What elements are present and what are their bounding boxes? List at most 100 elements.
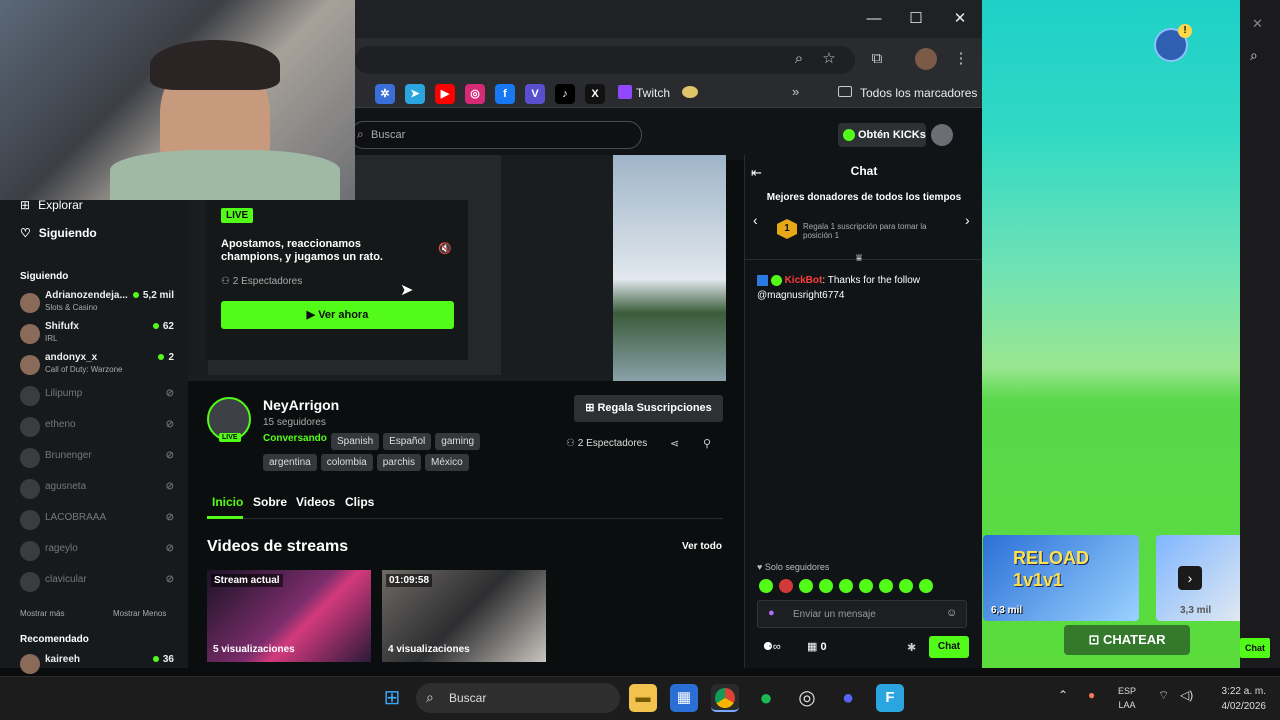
user-avatar[interactable] — [931, 124, 953, 146]
chat-username[interactable]: KickBot — [785, 275, 823, 286]
emote-icon[interactable] — [899, 579, 913, 593]
taskbar-search[interactable]: ⌕ Buscar — [416, 683, 620, 713]
tag[interactable]: Español — [383, 433, 432, 450]
vimeo-icon[interactable]: V — [525, 84, 545, 104]
close-icon[interactable]: ✕ — [1252, 16, 1263, 32]
file-explorer-icon[interactable]: ▬ — [629, 684, 657, 712]
chevron-up-icon[interactable]: ⌃ — [1058, 688, 1068, 702]
x-icon[interactable]: X — [585, 84, 605, 104]
tag[interactable]: Spanish — [331, 433, 380, 450]
side-chat-button[interactable]: Chat — [1240, 638, 1270, 658]
discord-icon[interactable]: ● — [834, 684, 862, 712]
tag[interactable]: gaming — [435, 433, 481, 450]
emoji-icon[interactable]: ☺ — [946, 607, 957, 619]
sidebar-item-lacobraaa[interactable]: LACOBRAAA ⊘ — [20, 507, 180, 537]
pin-icon[interactable]: ⩸ — [856, 253, 862, 264]
emote-icon[interactable] — [859, 579, 873, 593]
chrome-icon[interactable] — [711, 684, 739, 712]
settings-icon[interactable]: ✲ — [375, 84, 395, 104]
volume-icon[interactable]: ◁) — [1180, 688, 1193, 702]
tab-videos[interactable]: Videos — [296, 495, 335, 509]
sidebar-item-andonyx-x[interactable]: andonyx_x Call of Duty: Warzone 2 — [20, 352, 180, 382]
sidebar-item-agusneta[interactable]: agusneta ⊘ — [20, 476, 180, 506]
obs-icon[interactable]: ◎ — [793, 684, 821, 712]
chevron-right-icon[interactable]: › — [965, 212, 970, 228]
gift-count[interactable]: ▦ 0 — [807, 640, 827, 653]
show-more-link[interactable]: Mostrar más — [20, 609, 64, 618]
emote-icon[interactable] — [919, 579, 933, 593]
wifi-icon[interactable]: ⌔ — [1158, 688, 1169, 703]
facebook-icon[interactable]: f — [495, 84, 515, 104]
tag[interactable]: México — [424, 454, 469, 471]
show-less-link[interactable]: Mostrar Menos — [113, 609, 166, 618]
chat-input[interactable]: ● Enviar un mensaje ☺ — [757, 600, 967, 628]
sidebar-explore[interactable]: ⊞ Explorar — [20, 198, 83, 212]
sidebar-item-rageylo[interactable]: rageylo ⊘ — [20, 538, 180, 568]
sidebar-item-brunenger[interactable]: Brunenger ⊘ — [20, 445, 180, 475]
clock[interactable]: 3:22 a. m. 4/02/2026 — [1206, 684, 1267, 714]
tab-clips[interactable]: Clips — [345, 495, 374, 509]
chevron-right-icon[interactable]: » — [792, 84, 799, 99]
emote-icon[interactable] — [819, 579, 833, 593]
extensions-icon[interactable]: ⧉ — [866, 48, 888, 70]
tab-sobre[interactable]: Sobre — [253, 495, 287, 509]
video-thumbnail[interactable]: Stream actual 5 visualizaciones — [207, 570, 371, 662]
channel-name[interactable]: NeyArrigon — [263, 397, 339, 413]
tiktok-icon[interactable]: ♪ — [555, 84, 575, 104]
mic-icon[interactable]: ● — [1088, 688, 1095, 702]
sidebar-item-shifufx[interactable]: Shifufx IRL 62 — [20, 321, 180, 351]
gift-subs-button[interactable]: ⊞ Regala Suscripciones — [574, 395, 723, 422]
follow-user-icon[interactable]: ⚲ — [703, 437, 711, 450]
emote-icon[interactable] — [839, 579, 853, 593]
emote-icon[interactable] — [879, 579, 893, 593]
bookmark-twitch[interactable]: Twitch — [636, 86, 670, 100]
mute-icon[interactable]: 🔇 — [438, 242, 452, 255]
address-bar[interactable] — [355, 46, 855, 74]
next-arrow-button[interactable]: › — [1178, 566, 1202, 590]
store-icon[interactable]: ▦ — [670, 684, 698, 712]
sidebar-item-etheno[interactable]: etheno ⊘ — [20, 414, 180, 444]
zoom-icon[interactable]: ⌕ — [788, 48, 810, 70]
kicks-infinity-icon[interactable]: ⚈∞ — [763, 640, 781, 653]
mode-card[interactable]: RELOAD 1v1v1 6,3 mil — [983, 535, 1139, 621]
tag[interactable]: colombia — [320, 454, 373, 471]
tag[interactable]: parchis — [376, 454, 421, 471]
close-button[interactable]: ✕ — [946, 8, 974, 30]
chevron-left-icon[interactable]: ‹ — [753, 212, 758, 228]
instagram-icon[interactable]: ◎ — [465, 84, 485, 104]
category-link[interactable]: Conversando — [263, 433, 327, 444]
tag[interactable]: argentina — [263, 454, 317, 471]
minimize-button[interactable]: — — [860, 8, 888, 30]
search-icon[interactable]: ⌕ — [1250, 47, 1258, 64]
sidebar-item-lilipump[interactable]: Lilipump ⊘ — [20, 383, 180, 413]
all-bookmarks-link[interactable]: Todos los marcadores — [860, 86, 977, 100]
emote-icon[interactable] — [799, 579, 813, 593]
fortnite-icon[interactable]: F — [876, 684, 904, 712]
emote-icon[interactable] — [779, 579, 793, 593]
menu-icon[interactable]: ⋮ — [950, 48, 972, 70]
sidebar-item-clavicular[interactable]: clavicular ⊘ — [20, 569, 180, 599]
sidebar-item-adrianozendeja[interactable]: Adrianozendeja... Slots & Casino 5,2 mil — [20, 290, 180, 320]
see-all-link[interactable]: Ver todo — [682, 541, 722, 552]
emote-icon[interactable] — [759, 579, 773, 593]
watch-now-button[interactable]: ▶ Ver ahora — [221, 301, 454, 329]
bookmark-star-icon[interactable]: ☆ — [818, 48, 840, 70]
chatear-button[interactable]: ⊡ CHATEAR — [1064, 625, 1190, 655]
spotify-icon[interactable]: ● — [752, 684, 780, 712]
chat-send-button[interactable]: Chat — [929, 636, 969, 658]
windows-start-icon[interactable]: ⊞ — [378, 684, 406, 712]
share-icon[interactable]: ⋖ — [670, 437, 679, 450]
profile-avatar[interactable] — [915, 48, 937, 70]
maximize-button[interactable]: ☐ — [902, 8, 930, 30]
bookmark-misc-icon[interactable] — [682, 86, 698, 98]
telegram-icon[interactable]: ➤ — [405, 84, 425, 104]
search-input[interactable]: ⌕ Buscar — [350, 121, 642, 149]
sidebar-following[interactable]: ♡ Siguiendo — [20, 226, 97, 240]
tab-inicio[interactable]: Inicio — [212, 495, 243, 509]
video-thumbnail[interactable]: 01:09:58 4 visualizaciones — [382, 570, 546, 662]
language-indicator[interactable]: ESP LAA — [1118, 684, 1136, 712]
get-kicks-button[interactable]: Obtén KICKs — [838, 123, 926, 147]
mouse-cursor: ➤ — [400, 282, 414, 299]
youtube-icon[interactable]: ▶ — [435, 84, 455, 104]
settings-icon[interactable]: ✱ — [907, 641, 916, 654]
